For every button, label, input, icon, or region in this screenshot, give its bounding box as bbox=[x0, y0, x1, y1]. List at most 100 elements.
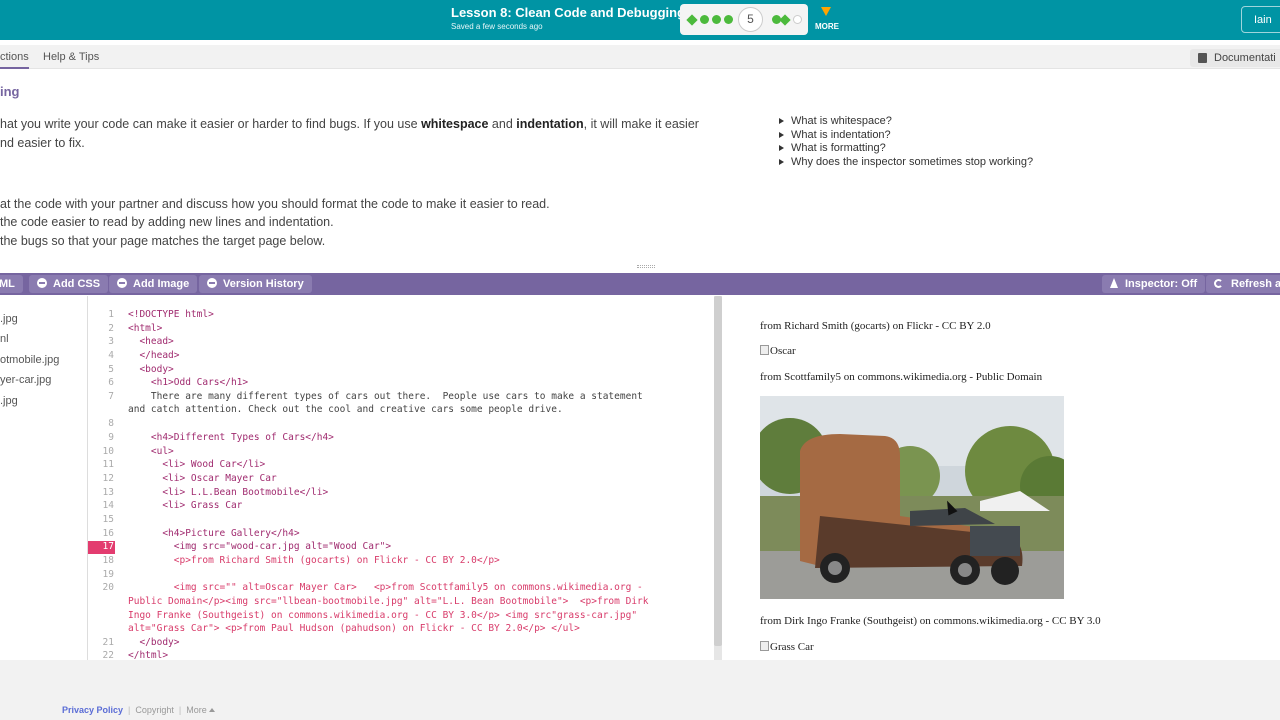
more-arrow-icon[interactable] bbox=[821, 7, 831, 16]
footer: Privacy Policy | Copyright | More bbox=[0, 660, 1280, 720]
keyword-whitespace: whitespace bbox=[421, 117, 489, 131]
code-line[interactable]: </head> bbox=[128, 350, 179, 361]
code-line-error[interactable]: <p>from Richard Smith (gocarts) on Flick… bbox=[128, 555, 500, 566]
line-number: 14 bbox=[102, 500, 114, 511]
inspector-toggle-button[interactable]: Inspector: Off bbox=[1102, 275, 1206, 293]
file-item[interactable]: yer-car.jpg bbox=[0, 374, 51, 386]
file-item[interactable]: nl bbox=[0, 333, 9, 345]
book-icon bbox=[1198, 53, 1207, 63]
instructions-tabbar: ctions Help & Tips Documentati bbox=[0, 45, 1280, 69]
level-diamond-7[interactable] bbox=[779, 14, 791, 26]
file-item[interactable]: otmobile.jpg bbox=[0, 354, 59, 366]
top-header: Lesson 8: Clean Code and Debugging Saved… bbox=[0, 0, 1280, 40]
line-number: 18 bbox=[102, 555, 114, 566]
code-line[interactable]: <li> Wood Car</li> bbox=[128, 459, 265, 470]
code-editor[interactable]: 1 2 3 4 5 6 7 8 9 10 11 12 13 14 15 16 1… bbox=[88, 296, 714, 661]
code-line[interactable]: <li> Grass Car bbox=[128, 500, 242, 511]
add-css-button[interactable]: Add CSS bbox=[29, 275, 109, 293]
faq-item[interactable]: What is formatting? bbox=[779, 142, 1033, 156]
disclosure-triangle-icon bbox=[779, 158, 784, 165]
para-text: hat you write your code can make it easi… bbox=[0, 117, 422, 131]
documentation-button[interactable]: Documentati bbox=[1190, 49, 1280, 67]
level-diamond-1[interactable] bbox=[686, 14, 698, 26]
file-item[interactable]: .jpg bbox=[0, 395, 18, 407]
file-item[interactable]: .jpg bbox=[0, 313, 18, 325]
inspector-label: Inspector: Off bbox=[1125, 278, 1198, 290]
current-level-bubble[interactable]: 5 bbox=[738, 7, 763, 32]
footer-links: Privacy Policy | Copyright | More bbox=[62, 705, 216, 715]
level-dot-2[interactable] bbox=[700, 15, 709, 24]
copyright-link[interactable]: Copyright bbox=[135, 705, 174, 715]
para-text: nd easier to fix. bbox=[0, 136, 85, 150]
disclosure-triangle-icon bbox=[779, 145, 784, 151]
privacy-policy-link[interactable]: Privacy Policy bbox=[62, 705, 123, 715]
refresh-label: Refresh ar bbox=[1231, 278, 1280, 290]
faq-item[interactable]: What is whitespace? bbox=[779, 115, 1033, 129]
level-dot-3[interactable] bbox=[712, 15, 721, 24]
plus-circle-icon bbox=[37, 278, 47, 288]
instruction-steps: at the code with your partner and discus… bbox=[0, 197, 550, 252]
resize-handle[interactable] bbox=[637, 265, 655, 268]
lesson-title[interactable]: Lesson 8: Clean Code and Debugging bbox=[451, 5, 685, 20]
line-number: 15 bbox=[102, 514, 114, 525]
version-history-label: Version History bbox=[223, 278, 304, 290]
more-footer-link[interactable]: More bbox=[186, 705, 216, 715]
code-line-error[interactable]: Ingo Franke (Southgeist) on commons.wiki… bbox=[128, 610, 637, 621]
code-line-error[interactable]: Public Domain</p><img src="llbean-bootmo… bbox=[128, 596, 648, 607]
tab-instructions[interactable]: ctions bbox=[0, 51, 29, 69]
plus-circle-icon bbox=[117, 278, 127, 288]
code-line[interactable]: There are many different types of cars o… bbox=[128, 391, 643, 402]
step-text: the bugs so that your page matches the t… bbox=[0, 233, 326, 248]
code-line-error[interactable]: <img src="wood-car.jpg alt="Wood Car"> bbox=[128, 541, 391, 552]
line-number: 20 bbox=[102, 582, 114, 593]
code-line[interactable]: <!DOCTYPE html> bbox=[128, 309, 214, 320]
line-number: 5 bbox=[108, 364, 114, 375]
faq-item[interactable]: What is indentation? bbox=[779, 129, 1033, 143]
faq-label: What is formatting? bbox=[791, 142, 886, 154]
code-line-error[interactable]: alt="Grass Car"> <p>from Paul Hudson (pa… bbox=[128, 623, 580, 634]
editor-scrollbar-thumb[interactable] bbox=[714, 296, 722, 646]
line-number: 12 bbox=[102, 473, 114, 484]
para-text: and bbox=[488, 117, 517, 131]
alt-text: Grass Car bbox=[770, 641, 814, 653]
caret-up-icon bbox=[209, 708, 216, 712]
user-menu-button[interactable]: Iain bbox=[1241, 6, 1280, 33]
code-line[interactable]: <h1>Odd Cars</h1> bbox=[128, 377, 248, 388]
version-history-button[interactable]: Version History bbox=[199, 275, 312, 293]
separator: | bbox=[128, 705, 131, 715]
level-dot-4[interactable] bbox=[724, 15, 733, 24]
file-list: .jpg nl otmobile.jpg yer-car.jpg .jpg bbox=[0, 296, 88, 660]
page-preview[interactable]: from Richard Smith (gocarts) on Flickr -… bbox=[722, 296, 1280, 660]
code-line[interactable]: <ul> bbox=[128, 446, 174, 457]
more-label[interactable]: MORE bbox=[815, 22, 839, 31]
clock-icon bbox=[207, 278, 217, 288]
instructions-paragraph: hat you write your code can make it easi… bbox=[0, 115, 770, 153]
code-line[interactable]: <h4>Picture Gallery</h4> bbox=[128, 528, 299, 539]
error-line-number[interactable]: 17 bbox=[88, 541, 115, 554]
line-number: 9 bbox=[108, 432, 114, 443]
code-line[interactable]: <li> L.L.Bean Bootmobile</li> bbox=[128, 487, 328, 498]
level-dot-8[interactable] bbox=[793, 15, 802, 24]
refresh-icon bbox=[1214, 279, 1223, 288]
code-line[interactable]: <html> bbox=[128, 323, 162, 334]
code-line[interactable]: <head> bbox=[128, 336, 173, 347]
code-line-error[interactable]: <img src="" alt=Oscar Mayer Car> <p>from… bbox=[128, 582, 643, 593]
faq-item[interactable]: Why does the inspector sometimes stop wo… bbox=[779, 156, 1033, 170]
preview-caption: from Dirk Ingo Franke (Southgeist) on co… bbox=[760, 615, 1101, 627]
code-line[interactable]: </body> bbox=[128, 637, 179, 648]
line-number: 11 bbox=[102, 459, 114, 470]
code-line[interactable]: and catch attention. Check out the cool … bbox=[128, 404, 563, 415]
line-number: 1 bbox=[108, 309, 114, 320]
code-line[interactable]: <body> bbox=[128, 364, 173, 375]
tab-help-tips[interactable]: Help & Tips bbox=[43, 51, 99, 63]
workspace-toolbar: ML Add CSS Add Image Version History Ins… bbox=[0, 273, 1280, 295]
line-number: 16 bbox=[102, 528, 114, 539]
add-image-button[interactable]: Add Image bbox=[109, 275, 198, 293]
line-number: 21 bbox=[102, 637, 114, 648]
refresh-button[interactable]: Refresh ar bbox=[1206, 275, 1280, 293]
add-html-button[interactable]: ML bbox=[0, 275, 23, 293]
code-line[interactable]: <li> Oscar Mayer Car bbox=[128, 473, 276, 484]
line-number: 4 bbox=[108, 350, 114, 361]
line-number: 2 bbox=[108, 323, 114, 334]
code-line[interactable]: <h4>Different Types of Cars</h4> bbox=[128, 432, 334, 443]
